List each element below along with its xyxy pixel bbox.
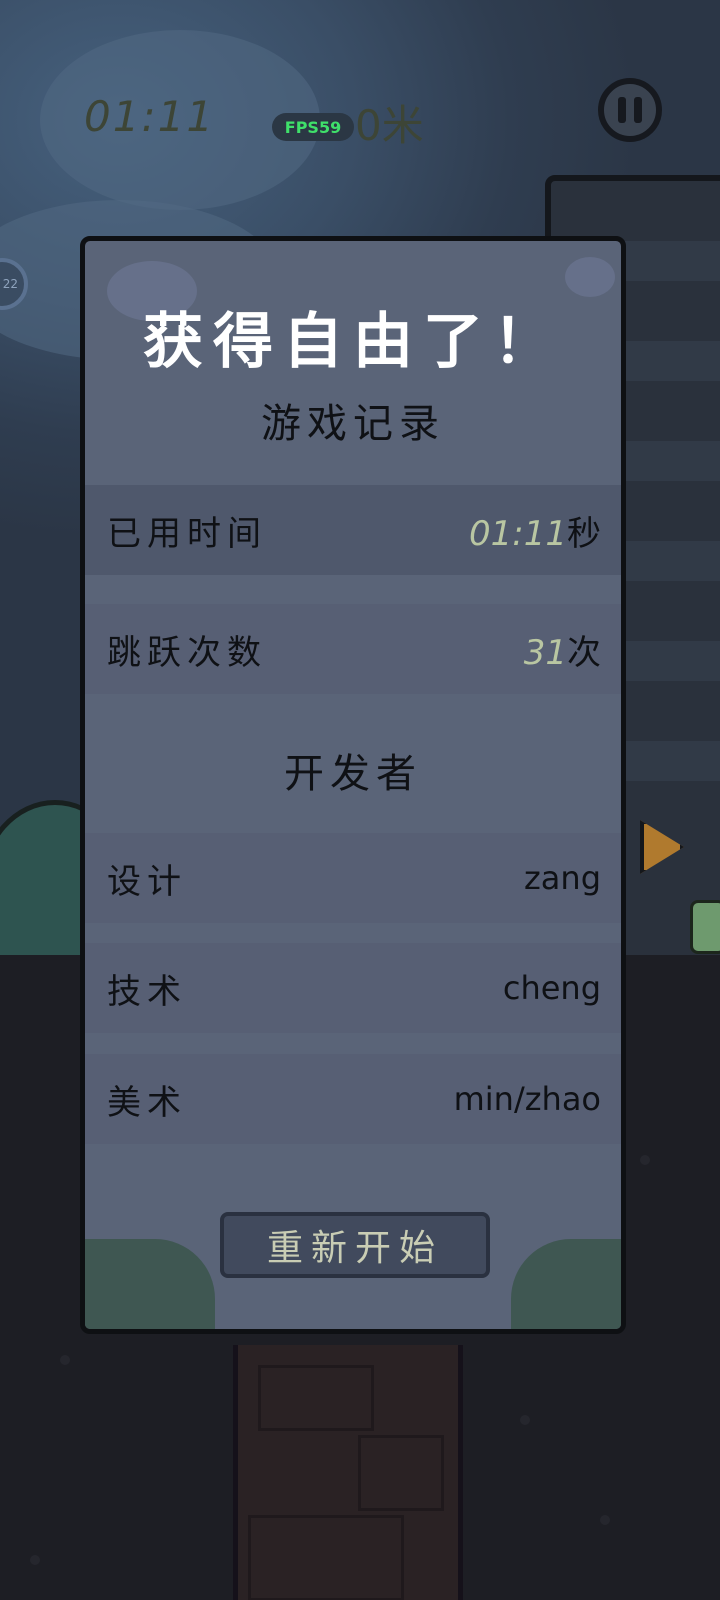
restart-button[interactable]: 重新开始 xyxy=(220,1212,490,1278)
side-badge-label: 22 xyxy=(2,277,18,291)
result-panel: 获得自由了！ 游戏记录 已用时间 01:11秒 跳跃次数 31次 开发者 设计 … xyxy=(80,236,626,1334)
hud-distance: 0米 xyxy=(355,101,424,150)
time-value-group: 01:11秒 xyxy=(469,506,601,555)
result-title: 获得自由了！ xyxy=(143,307,563,377)
pause-button[interactable] xyxy=(598,78,662,142)
record-section-title: 游戏记录 xyxy=(261,401,445,447)
time-unit: 秒 xyxy=(567,513,601,554)
developer-name: min/zhao xyxy=(453,1080,601,1118)
panel-decoration xyxy=(565,257,615,297)
time-value: 01:11 xyxy=(469,513,567,554)
jump-value-group: 31次 xyxy=(524,625,601,674)
frog-character xyxy=(690,900,720,954)
grass-decoration xyxy=(511,1239,621,1329)
developer-row: 设计 zang xyxy=(85,833,621,923)
tree-trunk xyxy=(233,1345,463,1600)
time-row: 已用时间 01:11秒 xyxy=(85,485,621,575)
developer-role: 美术 xyxy=(107,1082,187,1123)
developer-name: cheng xyxy=(502,969,601,1007)
developer-row: 美术 min/zhao xyxy=(85,1054,621,1144)
developer-name: zang xyxy=(524,859,601,897)
developer-role: 技术 xyxy=(107,971,187,1012)
pause-icon xyxy=(618,97,626,123)
hud-timer: 01:11 xyxy=(84,92,216,141)
grass-decoration xyxy=(85,1239,215,1329)
time-label: 已用时间 xyxy=(107,513,267,554)
developer-role: 设计 xyxy=(107,861,187,902)
jump-unit: 次 xyxy=(567,632,601,673)
jump-label: 跳跃次数 xyxy=(107,632,267,673)
developer-row: 技术 cheng xyxy=(85,943,621,1033)
jump-value: 31 xyxy=(523,632,567,673)
developer-section-title: 开发者 xyxy=(284,751,422,797)
fps-counter: FPS59 xyxy=(272,113,354,141)
jump-row: 跳跃次数 31次 xyxy=(85,604,621,694)
